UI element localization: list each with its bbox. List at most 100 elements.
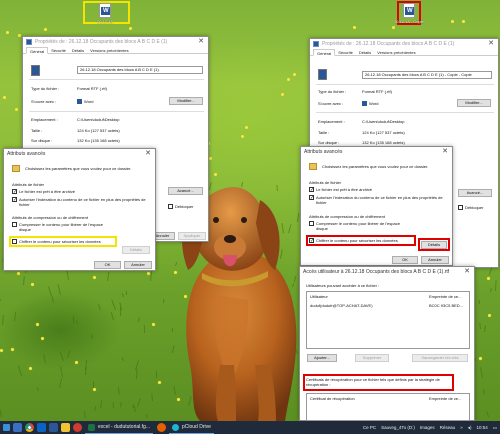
archive-checkbox[interactable]: [309, 187, 314, 192]
tab-security[interactable]: Sécurité: [335, 49, 356, 55]
system-tray: Ce PC Sauveg_4To (D:) Images Réseau » ◂)…: [363, 421, 497, 434]
desktop-icon-rtf-file[interactable]: W 26.12.18: [88, 1, 122, 27]
app-icon-red[interactable]: [73, 423, 82, 432]
tab-details[interactable]: Détails: [356, 49, 374, 55]
column-header-cert[interactable]: Empreinte de ce...: [429, 294, 461, 299]
grass-blade: [136, 368, 138, 380]
flower: [44, 28, 47, 31]
explorer-icon[interactable]: [61, 423, 70, 432]
encrypt-label: Chiffrer le contenu pour sécuriser les d…: [19, 239, 101, 244]
tab-details[interactable]: Détails: [69, 47, 87, 53]
windows-start-icon[interactable]: [3, 424, 10, 431]
tab-general[interactable]: Général: [26, 47, 49, 54]
tray-images[interactable]: Images: [420, 425, 435, 430]
details-button[interactable]: Détails: [421, 241, 447, 249]
unblock-checkbox[interactable]: [168, 204, 173, 209]
outlook-icon[interactable]: [37, 423, 46, 432]
tray-chevron-icon[interactable]: »: [460, 425, 463, 430]
tab-previous-versions[interactable]: Versions précédentes: [87, 47, 131, 53]
type-value: Format RTF (.rtf): [362, 89, 392, 94]
archive-checkbox[interactable]: [12, 189, 17, 194]
column-header-user[interactable]: Utilisateur: [310, 294, 328, 299]
backup-keys-button[interactable]: Sauvegarder les clés: [412, 354, 468, 362]
dialog-titlebar[interactable]: Attributs avancés: [301, 147, 452, 157]
grass-blade: [138, 316, 140, 323]
tab-general[interactable]: Général: [313, 49, 336, 56]
user-row-name[interactable]: duduf(dudufr@TOP-ACHAT-DAVE): [310, 303, 373, 308]
clock[interactable]: 10:54: [476, 425, 487, 430]
modify-button[interactable]: Modifier...: [169, 97, 203, 105]
taskbar-app-pcloud[interactable]: pCloud Drive: [168, 421, 214, 434]
index-checkbox[interactable]: [309, 195, 314, 200]
flower: [353, 26, 356, 29]
tab-previous-versions[interactable]: Versions précédentes: [374, 49, 418, 55]
type-label: Type du fichier :: [31, 86, 60, 91]
size-value: 124 Ko (127 537 octets): [77, 128, 120, 133]
app-icon-1[interactable]: [13, 423, 22, 432]
dialog-titlebar[interactable]: Attributs avancés: [4, 149, 155, 159]
dialog-intro: Choisissez les paramètres que vous voule…: [322, 164, 429, 169]
user-row-cert: BC0C 93C5 BED...: [429, 303, 464, 308]
cancel-button[interactable]: Annuler: [421, 256, 449, 264]
grass-blade: [112, 401, 114, 409]
desktop-icon-rtf-file-copy[interactable]: W 26.12.18 - Copie: [392, 1, 426, 27]
user-access-dialog: Accès utilisateur à 26.12.18 Occupants d…: [299, 266, 475, 421]
advanced-button[interactable]: Avancé...: [458, 189, 492, 197]
opens-with-label: S'ouvre avec :: [31, 99, 57, 104]
chrome-icon[interactable]: [25, 423, 34, 432]
word-icon[interactable]: [49, 423, 58, 432]
recovery-list[interactable]: Certificat de récupération Empreinte de …: [306, 393, 470, 421]
speaker-icon[interactable]: ◂): [468, 425, 472, 431]
grass-blade: [91, 333, 93, 340]
dialog-title: Attributs avancés: [304, 149, 343, 155]
column-header-recovery-cert[interactable]: Empreinte de ce...: [429, 396, 461, 401]
close-icon[interactable]: ✕: [462, 267, 472, 276]
ok-button[interactable]: OK: [392, 256, 418, 264]
compress-checkbox[interactable]: [309, 221, 314, 226]
document-icon: [313, 41, 319, 47]
unblock-checkbox[interactable]: [458, 205, 463, 210]
window-titlebar[interactable]: Propriétés de : 26.12.18 Occupants des b…: [23, 37, 208, 47]
add-button[interactable]: Ajouter...: [307, 354, 337, 362]
encrypt-checkbox[interactable]: [12, 239, 17, 244]
close-icon[interactable]: ✕: [486, 39, 496, 48]
apply-button[interactable]: Appliquer: [178, 232, 206, 240]
compress-checkbox[interactable]: [12, 222, 17, 227]
close-icon[interactable]: ✕: [440, 147, 450, 156]
tray-this-pc[interactable]: Ce PC: [363, 425, 376, 430]
users-list[interactable]: Utilisateur Empreinte de ce... duduf(dud…: [306, 291, 470, 349]
encrypt-checkbox[interactable]: [309, 238, 314, 243]
advanced-button[interactable]: Avancé...: [168, 187, 203, 195]
app-icon-firefox[interactable]: [156, 423, 166, 432]
tab-security[interactable]: Sécurité: [48, 47, 69, 53]
dialog-titlebar[interactable]: Accès utilisateur à 26.12.18 Occupants d…: [300, 267, 474, 277]
notification-icon[interactable]: ▭: [493, 425, 497, 431]
file-attributes-heading: Attributs de fichier: [12, 182, 45, 187]
grass-blade: [0, 409, 2, 418]
archive-label: Le fichier est prêt à être archivé: [316, 187, 373, 192]
remove-button[interactable]: Supprimer: [355, 354, 389, 362]
window-titlebar[interactable]: Propriétés de : 26.12.18 Occupants des b…: [310, 39, 498, 49]
grass-blade: [67, 350, 71, 359]
close-icon[interactable]: ✕: [143, 149, 153, 158]
encrypt-label: Chiffrer le contenu pour sécuriser les d…: [316, 238, 398, 243]
word-file-icon: W: [403, 3, 415, 18]
filename-field[interactable]: 26.12.18 Occupants des blocs A B C D E (…: [77, 66, 203, 74]
grass-blade: [14, 312, 17, 322]
index-checkbox[interactable]: [12, 197, 17, 202]
folder-attributes-icon: [309, 163, 317, 170]
taskbar-app-excel[interactable]: excel - dudututorial.fg...: [85, 421, 153, 434]
column-header-recovery[interactable]: Certificat de récupération: [310, 396, 355, 401]
ok-button[interactable]: OK: [94, 261, 121, 269]
tray-backup-drive[interactable]: Sauveg_4To (D:): [381, 425, 415, 430]
filename-field[interactable]: 26.12.18 Occupants des blocs A B C D E (…: [362, 71, 492, 79]
close-icon[interactable]: ✕: [196, 37, 206, 46]
cancel-button[interactable]: Annuler: [124, 261, 152, 269]
compress-encrypt-heading: Attributs de compression ou de chiffreme…: [309, 214, 385, 219]
flower: [488, 314, 491, 317]
details-button[interactable]: Détails: [122, 246, 150, 254]
document-icon: [26, 39, 32, 45]
modify-button[interactable]: Modifier...: [457, 99, 491, 107]
tray-network[interactable]: Réseau: [440, 425, 456, 430]
ondisk-label: Sur disque :: [31, 138, 53, 143]
